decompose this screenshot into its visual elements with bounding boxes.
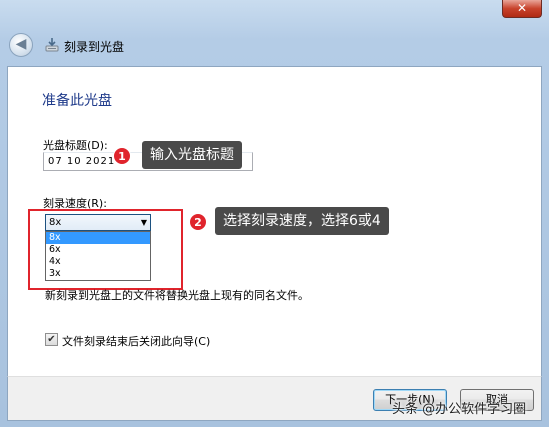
- disc-burn-icon: [45, 38, 59, 52]
- disc-title-label: 光盘标题(D):: [43, 139, 108, 152]
- callout-2-badge: 2: [189, 213, 207, 231]
- window-close-button[interactable]: ✕: [502, 0, 542, 18]
- window-title: 刻录到光盘: [64, 40, 125, 54]
- overwrite-note: 新刻录到光盘上的文件将替换光盘上现有的同名文件。: [45, 289, 309, 302]
- callout-1: 输入光盘标题: [142, 141, 242, 169]
- callout-1-badge: 1: [113, 147, 131, 165]
- page-heading: 准备此光盘: [42, 93, 112, 109]
- close-wizard-label[interactable]: 文件刻录结束后关闭此向导(C): [62, 333, 210, 349]
- burn-wizard-window: ✕ ◀ 刻录到光盘 准备此光盘 光盘标题(D): 07 10 2021 刻录速度…: [0, 0, 549, 427]
- nav-bar: ◀ 刻录到光盘: [0, 28, 549, 64]
- callout-2: 选择刻录速度，选择6或4: [215, 207, 389, 235]
- speed-highlight-box: [28, 209, 183, 290]
- close-wizard-checkbox[interactable]: ✔: [45, 333, 58, 346]
- watermark: 头条 @办公软件学习圈: [392, 402, 527, 417]
- back-button[interactable]: ◀: [9, 33, 33, 57]
